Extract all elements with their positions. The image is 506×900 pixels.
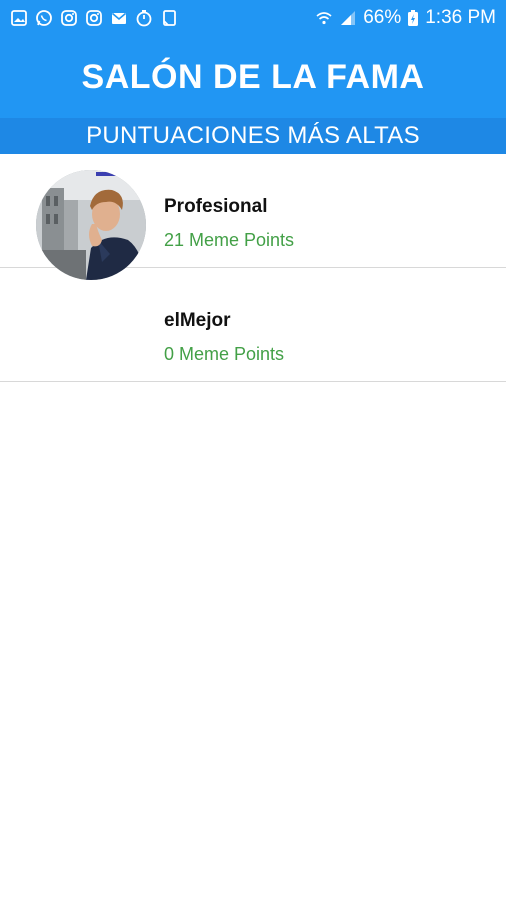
instagram-icon <box>60 9 78 27</box>
player-name: elMejor <box>164 310 231 331</box>
mail-icon <box>110 9 128 27</box>
clock: 1:36 PM <box>425 7 496 28</box>
system-status: 66% 1:36 PM <box>315 7 496 29</box>
timer-icon <box>135 9 153 27</box>
player-points: 21 Meme Points <box>164 230 295 250</box>
battery-percent: 66% <box>363 7 402 28</box>
player-points: 0 Meme Points <box>164 344 285 364</box>
app-bar: SALÓN DE LA FAMA <box>0 36 506 118</box>
wifi-icon <box>315 9 333 27</box>
image-icon <box>10 9 28 27</box>
instagram-icon <box>85 9 103 27</box>
avatar <box>36 170 146 280</box>
whatsapp-icon <box>35 9 53 27</box>
avatar-placeholder <box>36 284 146 366</box>
section-header: PUNTUACIONES MÁS ALTAS <box>0 118 506 154</box>
page-title: SALÓN DE LA FAMA <box>81 57 425 96</box>
clipboard-icon <box>160 9 178 27</box>
player-name: Profesional <box>164 196 268 217</box>
leaderboard-row[interactable]: elMejor 0 Meme Points <box>0 268 506 382</box>
leaderboard-list: Profesional 21 Meme Points elMejor 0 Mem… <box>0 154 506 382</box>
battery-charging-icon <box>407 9 419 27</box>
signal-icon <box>339 9 357 27</box>
leaderboard-row[interactable]: Profesional 21 Meme Points <box>0 154 506 280</box>
section-title: PUNTUACIONES MÁS ALTAS <box>86 122 420 149</box>
notification-icons <box>10 9 178 27</box>
status-bar: 66% 1:36 PM <box>0 0 506 36</box>
